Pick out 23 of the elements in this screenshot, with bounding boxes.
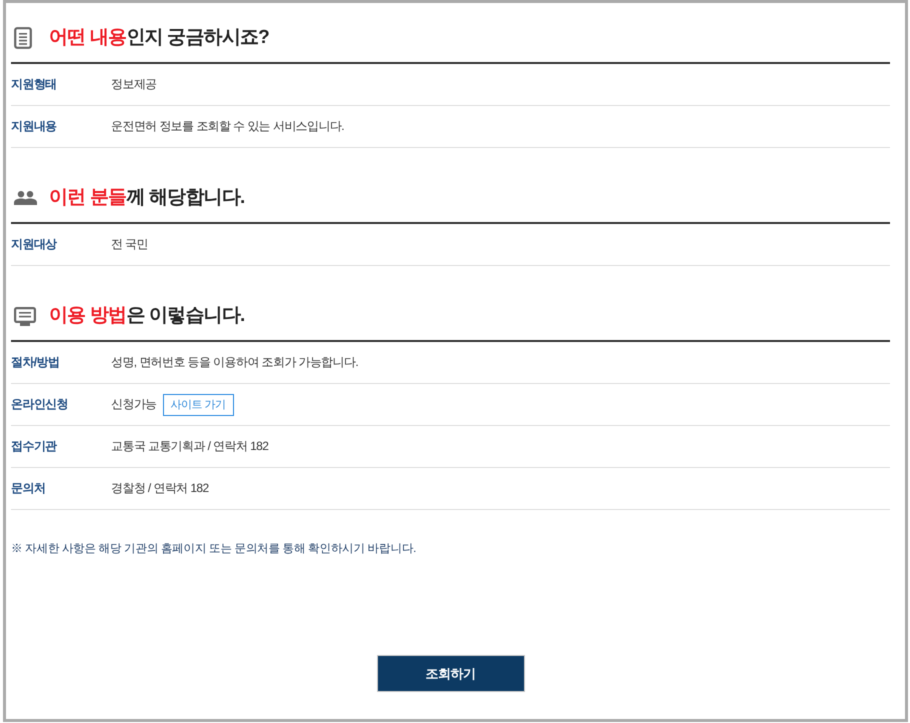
row-value: 전 국민 (111, 236, 148, 253)
row-value: 경찰청 / 연락처 182 (111, 480, 209, 497)
row-value: 교통국 교통기획과 / 연락처 182 (111, 438, 268, 455)
row-label: 절차/방법 (11, 354, 60, 371)
people-icon (14, 191, 37, 205)
row-label: 지원대상 (11, 236, 58, 253)
row-label: 문의처 (11, 480, 46, 497)
row-value: 신청가능 (111, 396, 157, 413)
row-label: 온라인신청 (11, 396, 70, 413)
section-heading: 이용 방법은 이렇습니다. (49, 304, 244, 328)
site-link-button[interactable]: 사이트 가기 (162, 394, 234, 416)
row-value: 성명, 면허번호 등을 이용하여 조회가 가능합니다. (111, 354, 358, 371)
row-label: 접수기관 (11, 438, 58, 455)
row-label: 지원형태 (11, 76, 58, 93)
section-heading: 어떤 내용인지 궁금하시죠? (49, 26, 269, 50)
row-label: 지원내용 (11, 118, 58, 135)
notice-text: ※ 자세한 사항은 해당 기관의 홈페이지 또는 문의처를 통해 확인하시기 바랍니다. (11, 542, 416, 557)
row-value: 정보제공 (111, 76, 157, 93)
section-heading: 이런 분들께 해당합니다. (49, 186, 244, 210)
monitor-icon (14, 306, 36, 326)
inquiry-button[interactable]: 조회하기 (376, 655, 524, 692)
row-value: 운전면허 정보를 조회할 수 있는 서비스입니다. (111, 118, 344, 135)
document-icon (14, 27, 32, 49)
